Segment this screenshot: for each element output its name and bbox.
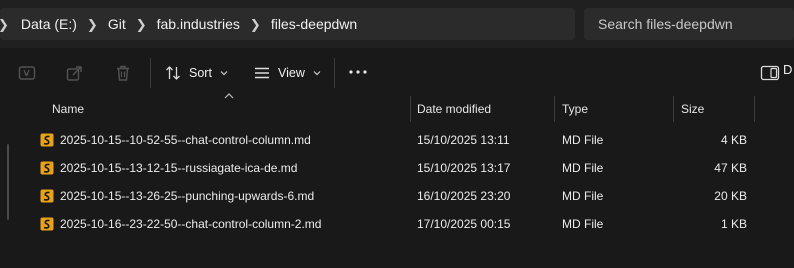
sort-ascending-icon [224, 93, 234, 99]
command-bar: Sort View D [0, 48, 794, 96]
breadcrumb-item-drive[interactable]: Data (E:) [21, 16, 77, 32]
table-row[interactable]: 2025-10-15--13-12-15--russiagate-ica-de.… [32, 154, 752, 182]
chevron-right-icon[interactable]: ❯ [0, 18, 21, 31]
markdown-file-icon [40, 189, 54, 203]
column-header-type[interactable]: Type [562, 96, 588, 122]
file-name[interactable]: 2025-10-15--13-26-25--punching-upwards-6… [60, 182, 314, 210]
sort-label: Sort [189, 66, 212, 80]
column-header-size[interactable]: Size [681, 96, 704, 122]
file-name[interactable]: 2025-10-15--13-12-15--russiagate-ica-de.… [60, 154, 297, 182]
file-type: MD File [562, 133, 604, 147]
column-divider[interactable] [554, 96, 555, 122]
file-type: MD File [562, 161, 604, 175]
sort-icon [166, 66, 180, 80]
column-divider[interactable] [673, 96, 674, 122]
file-date-modified: 15/10/2025 13:11 [417, 133, 510, 147]
file-name[interactable]: 2025-10-16--23-22-50--chat-control-colum… [60, 210, 321, 238]
table-row[interactable]: 2025-10-16--23-22-50--chat-control-colum… [32, 210, 752, 238]
address-bar-region: ❯ Data (E:) ❯ Git ❯ fab.industries ❯ fil… [0, 0, 794, 48]
breadcrumb-item-fab-industries[interactable]: fab.industries [157, 16, 240, 32]
file-date-modified: 15/10/2025 13:17 [417, 161, 511, 175]
file-type: MD File [562, 217, 604, 231]
toolbar-divider [150, 58, 151, 88]
file-list: Name Date modified Type Size 2025-10-15-… [0, 93, 794, 268]
sort-button[interactable]: Sort [165, 60, 228, 86]
rename-icon[interactable] [18, 64, 36, 82]
chevron-right-icon[interactable]: ❯ [240, 18, 271, 31]
file-type: MD File [562, 189, 604, 203]
file-name[interactable]: 2025-10-15--10-52-55--chat-control-colum… [60, 126, 311, 154]
file-size: 1 KB [720, 217, 747, 231]
column-header-name[interactable]: Name [52, 96, 84, 122]
file-size: 4 KB [720, 133, 747, 147]
details-button-label[interactable]: D [783, 62, 792, 77]
delete-icon[interactable] [114, 64, 132, 82]
breadcrumb[interactable]: ❯ Data (E:) ❯ Git ❯ fab.industries ❯ fil… [0, 8, 575, 40]
markdown-file-icon [40, 161, 54, 175]
chevron-down-icon [313, 71, 321, 76]
more-icon[interactable] [349, 70, 367, 74]
view-icon [255, 67, 269, 79]
file-size: 20 KB [714, 189, 747, 203]
column-divider[interactable] [410, 96, 411, 122]
details-pane-icon[interactable] [760, 64, 782, 82]
view-label: View [278, 66, 305, 80]
column-header-date-modified[interactable]: Date modified [417, 96, 491, 122]
column-divider[interactable] [754, 96, 755, 122]
chevron-down-icon [220, 71, 228, 76]
table-row[interactable]: 2025-10-15--10-52-55--chat-control-colum… [32, 126, 752, 154]
share-icon[interactable] [66, 64, 84, 82]
toolbar-divider [334, 58, 335, 88]
markdown-file-icon [40, 133, 54, 147]
breadcrumb-item-git[interactable]: Git [108, 16, 126, 32]
table-row[interactable]: 2025-10-15--13-26-25--punching-upwards-6… [32, 182, 752, 210]
scrollbar[interactable] [7, 144, 9, 220]
search-input[interactable]: Search files-deepdwn [584, 8, 794, 40]
file-size: 47 KB [714, 161, 747, 175]
chevron-right-icon[interactable]: ❯ [77, 18, 108, 31]
file-date-modified: 17/10/2025 00:15 [417, 217, 511, 231]
search-placeholder: Search files-deepdwn [598, 16, 733, 32]
markdown-file-icon [40, 217, 54, 231]
view-button[interactable]: View [254, 60, 321, 86]
file-date-modified: 16/10/2025 23:20 [417, 189, 511, 203]
chevron-right-icon[interactable]: ❯ [126, 18, 157, 31]
breadcrumb-item-files-deepdwn[interactable]: files-deepdwn [271, 16, 357, 32]
